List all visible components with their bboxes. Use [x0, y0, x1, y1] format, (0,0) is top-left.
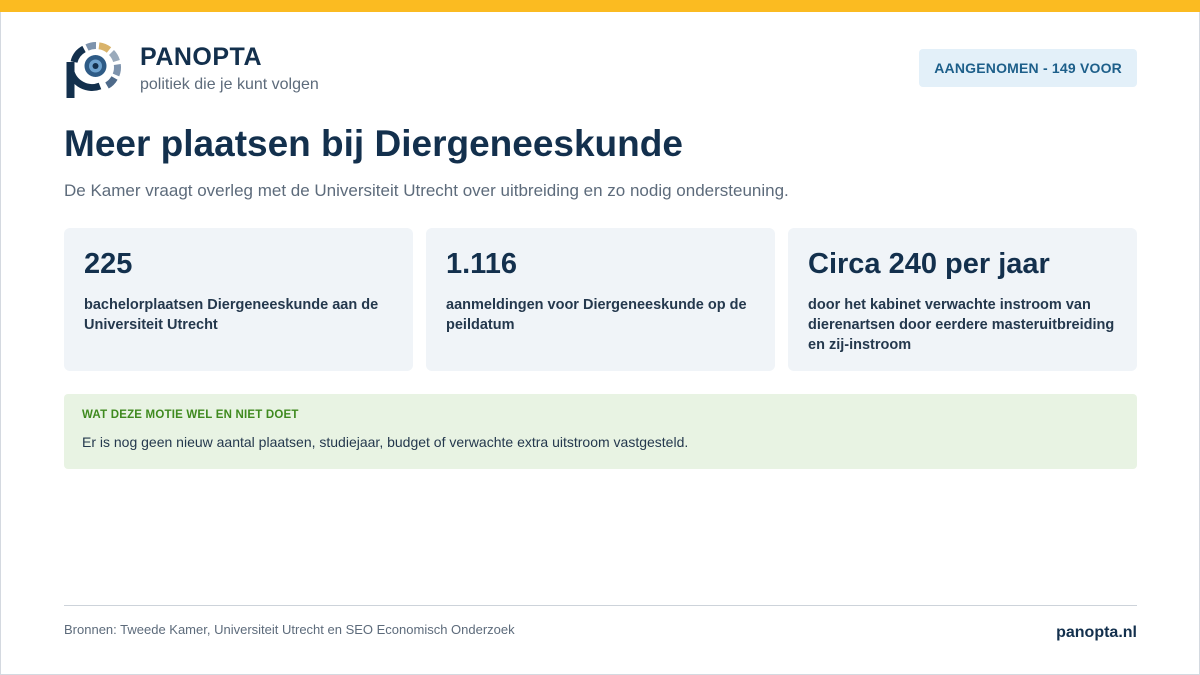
stat-card-places: 225 bachelorplaatsen Diergeneeskunde aan…: [64, 228, 413, 371]
brand-tagline: politiek die je kunt volgen: [140, 76, 319, 93]
stat-label: aanmeldingen voor Diergeneeskunde op de …: [446, 297, 747, 333]
motion-note: WAT DEZE MOTIE WEL EN NIET DOET Er is no…: [64, 394, 1137, 469]
note-heading: WAT DEZE MOTIE WEL EN NIET DOET: [82, 409, 299, 421]
status-badge: AANGENOMEN - 149 VOOR: [919, 49, 1137, 87]
note-text: Er is nog geen nieuw aantal plaatsen, st…: [82, 434, 689, 450]
stat-card-applications: 1.116 aanmeldingen voor Diergeneeskunde …: [426, 228, 775, 371]
page-subtitle: De Kamer vraagt overleg met de Universit…: [64, 181, 789, 200]
site-link[interactable]: panopta.nl: [1056, 623, 1137, 643]
stat-label: door het kabinet verwachte instroom van …: [808, 297, 1115, 353]
stat-value: Circa 240 per jaar: [808, 248, 1050, 280]
footer-divider: [64, 605, 1137, 606]
stats-row: 225 bachelorplaatsen Diergeneeskunde aan…: [64, 228, 1137, 371]
eye-logo-icon: [66, 42, 122, 98]
accent-bar: [0, 0, 1200, 12]
page-title: Meer plaatsen bij Diergeneeskunde: [64, 123, 683, 164]
stat-card-inflow: Circa 240 per jaar door het kabinet verw…: [788, 228, 1137, 371]
brand-header: PANOPTA politiek die je kunt volgen: [66, 40, 319, 100]
sources-text: Bronnen: Tweede Kamer, Universiteit Utre…: [64, 622, 515, 637]
stat-value: 1.116: [446, 248, 517, 280]
stat-label: bachelorplaatsen Diergeneeskunde aan de …: [84, 297, 379, 333]
stat-value: 225: [84, 248, 133, 280]
brand-name: PANOPTA: [140, 43, 263, 71]
